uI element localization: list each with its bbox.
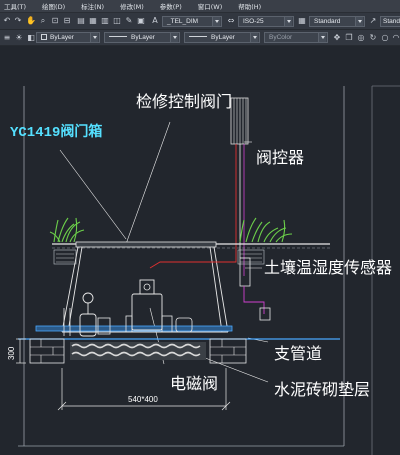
properties-toolbar: ≡ ☀ ◧ ByLayer ByLayer ByLayer ByColor ✥ … bbox=[0, 30, 400, 46]
menu-tools[interactable]: 工具(T) bbox=[4, 1, 26, 11]
calculator-icon[interactable]: ▣ bbox=[136, 16, 146, 26]
label-branch-pipe: 支管道 bbox=[274, 344, 323, 363]
design-center-icon[interactable]: ▦ bbox=[88, 16, 98, 26]
mleaderstyle-value: Stand bbox=[383, 18, 400, 25]
textstyle-select[interactable]: ISO-25 bbox=[238, 16, 294, 27]
copy-icon[interactable]: ❐ bbox=[344, 33, 354, 43]
linetype-sample bbox=[109, 36, 127, 37]
tablestyle-select[interactable]: Standard bbox=[309, 16, 365, 27]
valve-controller bbox=[230, 97, 249, 276]
menu-dimension[interactable]: 标注(N) bbox=[81, 1, 104, 11]
layer-previous-icon[interactable]: ◧ bbox=[26, 33, 36, 43]
arc-icon[interactable]: ◠ bbox=[391, 33, 400, 43]
offset-icon[interactable]: ◎ bbox=[356, 33, 366, 43]
linetype-select[interactable]: ByLayer bbox=[104, 32, 180, 43]
color-swatch bbox=[41, 34, 47, 40]
label-width-dimension: 540*400 bbox=[128, 395, 158, 404]
move-icon[interactable]: ✥ bbox=[332, 33, 342, 43]
chevron-down-icon bbox=[318, 33, 326, 42]
pan-icon[interactable]: ✋ bbox=[26, 16, 36, 26]
chevron-down-icon bbox=[90, 33, 98, 42]
menu-modify[interactable]: 修改(M) bbox=[120, 1, 144, 11]
sheet-set-icon[interactable]: ◫ bbox=[112, 16, 122, 26]
menu-window[interactable]: 窗口(W) bbox=[198, 1, 223, 11]
drawing-canvas[interactable]: 检修控制阀门 YC1419阀门箱 阀控器 土壤温湿度传感器 支管道 电磁阀 水泥… bbox=[0, 46, 400, 455]
grass-right bbox=[239, 217, 293, 243]
layer-state-icon[interactable]: ☀ bbox=[14, 33, 24, 43]
chevron-down-icon bbox=[212, 17, 220, 26]
ground-surface bbox=[52, 241, 330, 249]
properties-icon[interactable]: ▤ bbox=[76, 16, 86, 26]
menu-draw[interactable]: 绘图(D) bbox=[42, 1, 65, 11]
dimstyle-select[interactable]: _TEL_DIM bbox=[162, 16, 222, 27]
lineweight-select[interactable]: ByLayer bbox=[184, 32, 260, 43]
lineweight-sample bbox=[189, 36, 207, 37]
markup-icon[interactable]: ✎ bbox=[124, 16, 134, 26]
plotstyle-value: ByColor bbox=[269, 34, 293, 41]
color-select[interactable]: ByLayer bbox=[36, 32, 100, 43]
tablestyle-value: Standard bbox=[314, 18, 341, 25]
multileader-style-icon[interactable]: ↗ bbox=[368, 16, 378, 26]
chevron-down-icon bbox=[250, 33, 258, 42]
lineweight-value: ByLayer bbox=[211, 34, 235, 41]
height-dimension bbox=[16, 338, 26, 364]
zoom-window-icon[interactable]: ⊡ bbox=[50, 16, 60, 26]
mleaderstyle-select[interactable]: Stand bbox=[380, 16, 400, 27]
plotstyle-select[interactable]: ByColor bbox=[264, 32, 328, 43]
table-style-icon[interactable]: ▦ bbox=[297, 16, 307, 26]
label-soil-sensor: 土壤温湿度传感器 bbox=[264, 258, 393, 277]
chevron-down-icon bbox=[355, 17, 363, 26]
label-solenoid-valve: 电磁阀 bbox=[170, 374, 219, 393]
zoom-previous-icon[interactable]: ⊟ bbox=[62, 16, 72, 26]
label-cement-layer: 水泥砖砌垫层 bbox=[274, 380, 371, 399]
menu-bar: 工具(T) 绘图(D) 标注(N) 修改(M) 参数(P) 窗口(W) 帮助(H… bbox=[0, 0, 400, 13]
textstyle-value: ISO-25 bbox=[243, 18, 264, 25]
pipe-assembly bbox=[35, 279, 233, 337]
color-value: ByLayer bbox=[50, 34, 74, 41]
zoom-realtime-icon[interactable]: ⌕ bbox=[38, 16, 48, 26]
dimstyle-value: _TEL_DIM bbox=[167, 18, 199, 25]
chevron-down-icon bbox=[284, 17, 292, 26]
undo-icon[interactable]: ↶ bbox=[2, 16, 12, 26]
label-valve-box: YC1419阀门箱 bbox=[10, 125, 103, 141]
grass-left bbox=[49, 217, 85, 243]
label-height-dimension: 300 bbox=[7, 346, 16, 360]
tool-palette-icon[interactable]: ▥ bbox=[100, 16, 110, 26]
styles-toolbar: ↶ ↷ ✋ ⌕ ⊡ ⊟ ▤ ▦ ▥ ◫ ✎ ▣ A _TEL_DIM ⇔ ISO… bbox=[0, 13, 400, 30]
linetype-value: ByLayer bbox=[131, 34, 155, 41]
dimstyle-icon[interactable]: ⇔ bbox=[226, 16, 236, 26]
layer-properties-icon[interactable]: ≡ bbox=[2, 33, 12, 43]
circle-icon[interactable]: ○ bbox=[380, 33, 390, 43]
menu-parametric[interactable]: 参数(P) bbox=[160, 1, 182, 11]
label-valve-controller: 阀控器 bbox=[256, 148, 305, 167]
label-repair-valve: 检修控制阀门 bbox=[136, 92, 233, 111]
sensor-cable bbox=[149, 258, 237, 269]
text-style-icon[interactable]: A bbox=[150, 16, 160, 26]
menu-help[interactable]: 帮助(H) bbox=[238, 1, 261, 11]
rotate-icon[interactable]: ↻ bbox=[368, 33, 378, 43]
chevron-down-icon bbox=[170, 33, 178, 42]
redo-icon[interactable]: ↷ bbox=[13, 16, 23, 26]
